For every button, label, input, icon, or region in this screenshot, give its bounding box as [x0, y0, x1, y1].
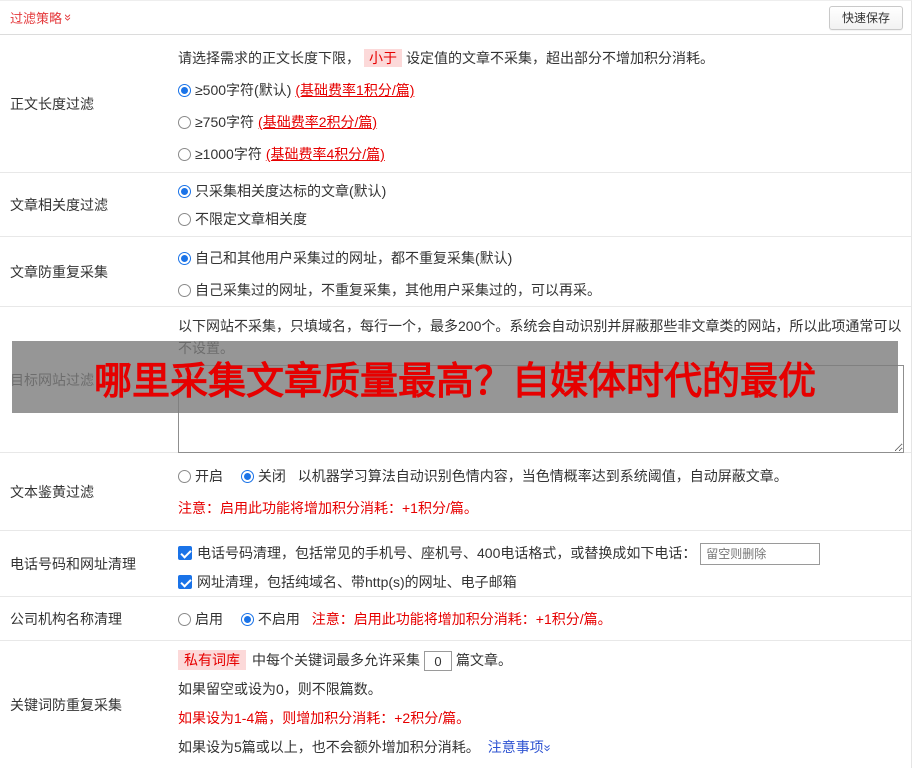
private-lexicon-badge: 私有词库 [178, 650, 246, 670]
length-option-750-label: ≥750字符 [195, 114, 255, 130]
row-keyword-dedup: 关键词防重复采集 私有词库中每个关键词最多允许采集 篇文章。 如果留空或设为0，则… [0, 641, 911, 768]
company-cleanup-options: 启用 不启用 注意：启用此功能将增加积分消耗：+1积分/篇。 [178, 607, 904, 631]
length-intro-highlight: 小于 [364, 49, 402, 67]
dedup-option-self-only-label: 自己采集过的网址，不重复采集，其他用户采集过的，可以再采。 [195, 282, 601, 298]
row-relevance-filter: 文章相关度过滤 只采集相关度达标的文章(默认) 不限定文章相关度 [0, 173, 911, 237]
row-label-phone-url: 电话号码和网址清理 [10, 555, 136, 572]
url-cleanup-label: 网址清理，包括纯域名、带http(s)的网址、电子邮箱 [197, 574, 517, 591]
length-intro-before: 请选择需求的正文长度下限， [178, 50, 360, 66]
keyword-dedup-line1-end: 篇文章。 [456, 652, 512, 668]
radio-porn-off[interactable] [240, 470, 254, 483]
length-option-1000: ≥1000字符 (基础费率4积分/篇) [178, 143, 904, 165]
row-label-relevance: 文章相关度过滤 [10, 196, 108, 213]
porn-filter-desc: 以机器学习算法自动识别色情内容，当色情概率达到系统阈值，自动屏蔽文章。 [297, 468, 788, 484]
phone-replacement-input[interactable] [700, 543, 821, 566]
dedup-option-self-only: 自己采集过的网址，不重复采集，其他用户采集过的，可以再采。 [178, 279, 904, 301]
row-porn-filter: 文本鉴黄过滤 开启 关闭 以机器学习算法自动识别色情内容，当色情概率达到系统阈值… [0, 453, 911, 531]
page-title: 过滤策略 [10, 11, 63, 26]
radio-length-1000[interactable] [178, 148, 191, 161]
radio-length-750[interactable] [178, 116, 191, 129]
dedup-option-all-users-label: 自己和其他用户采集过的网址，都不重复采集(默认) [195, 250, 513, 266]
watermark-banner: 哪里采集文章质量最高？自媒体时代的最优 [12, 341, 898, 413]
radio-relevance-strict[interactable] [178, 185, 191, 198]
row-dedup-filter: 文章防重复采集 自己和其他用户采集过的网址，都不重复采集(默认) 自己采集过的网… [0, 237, 911, 307]
dedup-option-all-users: 自己和其他用户采集过的网址，都不重复采集(默认) [178, 247, 904, 269]
row-label-length: 正文长度过滤 [10, 95, 94, 112]
checkbox-url-cleanup[interactable] [178, 575, 192, 590]
phone-cleanup-label: 电话号码清理，包括常见的手机号、座机号、400电话格式，或替换成如下电话： [197, 545, 697, 561]
radio-length-500[interactable] [178, 84, 191, 97]
length-option-500: ≥500字符(默认) (基础费率1积分/篇) [178, 79, 904, 101]
radio-company-enable[interactable] [178, 613, 191, 626]
radio-company-disable[interactable] [240, 613, 254, 626]
company-cleanup-note: 注意：启用此功能将增加积分消耗：+1积分/篇。 [311, 611, 612, 627]
page-header: 过滤策略 » 快速保存 [0, 1, 911, 35]
collapse-chevron-icon[interactable]: » [61, 14, 76, 21]
length-intro: 请选择需求的正文长度下限， 小于 设定值的文章不采集，超出部分不增加积分消耗。 [178, 47, 904, 69]
rate-link-500[interactable]: (基础费率1积分/篇) [295, 82, 414, 98]
porn-off-label: 关闭 [257, 468, 286, 484]
relevance-option-strict-label: 只采集相关度达标的文章(默认) [195, 183, 387, 199]
length-intro-after: 设定值的文章不采集，超出部分不增加积分消耗。 [406, 50, 714, 66]
filter-strategy-title-wrap: 过滤策略 » [10, 8, 76, 27]
length-option-500-label: ≥500字符(默认) [195, 82, 292, 98]
keyword-dedup-line1: 私有词库中每个关键词最多允许采集 篇文章。 [178, 649, 904, 672]
url-cleanup-line: 网址清理，包括纯域名、带http(s)的网址、电子邮箱 [178, 570, 904, 594]
porn-on-label: 开启 [195, 468, 223, 484]
row-label-company: 公司机构名称清理 [10, 610, 122, 627]
porn-filter-options: 开启 关闭 以机器学习算法自动识别色情内容，当色情概率达到系统阈值，自动屏蔽文章… [178, 465, 904, 487]
radio-dedup-all-users[interactable] [178, 252, 191, 265]
keyword-dedup-line2: 如果留空或设为0，则不限篇数。 [178, 681, 382, 698]
radio-relevance-any[interactable] [178, 213, 191, 226]
company-enable-label: 启用 [195, 611, 223, 627]
relevance-option-any: 不限定文章相关度 [178, 208, 904, 230]
porn-filter-note: 注意：启用此功能将增加积分消耗：+1积分/篇。 [178, 500, 478, 516]
rate-link-750[interactable]: (基础费率2积分/篇) [258, 114, 377, 130]
checkbox-phone-cleanup[interactable] [178, 546, 192, 560]
row-company-cleanup: 公司机构名称清理 启用 不启用 注意：启用此功能将增加积分消耗：+1积分/篇。 [0, 597, 911, 641]
row-length-filter: 正文长度过滤 请选择需求的正文长度下限， 小于 设定值的文章不采集，超出部分不增加积… [0, 35, 911, 173]
notes-chevron-icon[interactable]: » [536, 745, 558, 752]
keyword-dedup-line1-mid: 中每个关键词最多允许采集 [252, 652, 420, 668]
quick-save-button[interactable]: 快速保存 [828, 5, 903, 30]
keyword-max-count-input[interactable] [424, 651, 452, 672]
radio-porn-on[interactable] [178, 470, 191, 483]
notes-link[interactable]: 注意事项 [488, 739, 544, 755]
length-option-750: ≥750字符 (基础费率2积分/篇) [178, 111, 904, 133]
keyword-dedup-line4: 如果设为5篇或以上，也不会额外增加积分消耗。 注意事项» [178, 736, 904, 759]
rate-link-1000[interactable]: (基础费率4积分/篇) [266, 146, 385, 162]
row-phone-url-cleanup: 电话号码和网址清理 电话号码清理，包括常见的手机号、座机号、400电话格式，或替… [0, 531, 911, 597]
row-label-porn-filter: 文本鉴黄过滤 [10, 483, 94, 500]
company-disable-label: 不启用 [257, 611, 300, 627]
row-label-keyword-dedup: 关键词防重复采集 [10, 697, 122, 713]
keyword-dedup-line3: 如果设为1-4篇，则增加积分消耗：+2积分/篇。 [178, 710, 471, 727]
phone-cleanup-line: 电话号码清理，包括常见的手机号、座机号、400电话格式，或替换成如下电话： [178, 541, 904, 566]
length-option-1000-label: ≥1000字符 [195, 146, 262, 162]
radio-dedup-self-only[interactable] [178, 284, 191, 297]
relevance-option-strict: 只采集相关度达标的文章(默认) [178, 180, 904, 202]
keyword-dedup-line4-text: 如果设为5篇或以上，也不会额外增加积分消耗。 [178, 739, 480, 756]
relevance-option-any-label: 不限定文章相关度 [195, 211, 307, 227]
row-label-dedup: 文章防重复采集 [10, 263, 108, 280]
